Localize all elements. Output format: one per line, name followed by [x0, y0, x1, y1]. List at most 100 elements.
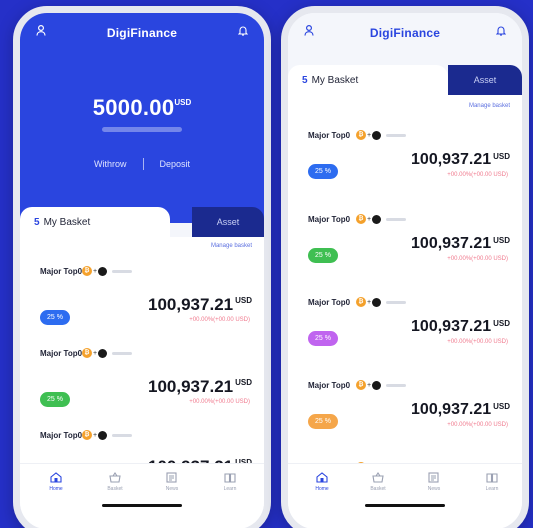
coin-icons: ₿+ — [356, 297, 407, 307]
basket-name: Major Top0 — [308, 381, 351, 390]
tab-asset[interactable]: Asset — [448, 65, 522, 95]
bitcoin-icon: ₿ — [356, 130, 366, 140]
basket-card[interactable]: Major Top0 ₿ + 25 % 100,937.21 USD +00.00%… — [288, 375, 522, 457]
basket-price: 100,937.21USD — [148, 377, 252, 396]
allocation-badge: 25 % — [40, 310, 70, 325]
coin-icons: ₿+ — [356, 380, 407, 390]
bitcoin-icon: ₿ — [356, 297, 366, 307]
nav-basket[interactable]: Basket — [358, 472, 398, 492]
coin-icon — [372, 130, 382, 140]
coin-icon — [372, 214, 382, 224]
bitcoin-icon: ₿ — [82, 348, 92, 358]
profile-icon[interactable] — [304, 23, 314, 41]
tab-my-basket[interactable]: 5 My Basket — [20, 207, 170, 237]
basket-change: +00.00%(+00.00 USD) — [447, 422, 508, 428]
bell-icon[interactable] — [237, 23, 249, 41]
home-indicator — [365, 504, 445, 507]
news-icon — [428, 472, 439, 483]
coin-icons: ₿+ — [356, 214, 407, 224]
allocation-badge: 25 % — [308, 331, 338, 346]
basket-icon — [109, 472, 121, 483]
basket-name: Major Top0 — [308, 298, 351, 307]
basket-card[interactable]: Major Top0 ₿ + 25 % 100,937.21 USD +00.00%… — [288, 125, 522, 207]
bottom-navigation: Home Basket News Learn — [288, 463, 522, 528]
bitcoin-icon: ₿ — [82, 266, 92, 276]
basket-name: Major Top0 — [308, 215, 351, 224]
basket-list: Manage basket Major Top0 ₿ + 25 % 100,937… — [288, 95, 522, 472]
balance-header: DigiFinance 5000.00USD Withrow Deposit — [20, 13, 264, 223]
book-icon — [224, 473, 236, 483]
allocation-badge: 25 % — [308, 164, 338, 179]
allocation-badge: 25 % — [308, 414, 338, 429]
coin-icon — [372, 297, 382, 307]
basket-card[interactable]: Major Top0 ₿ + 25 % 100,937.21 USD +00.00%… — [288, 209, 522, 291]
coin-icon — [98, 430, 108, 440]
basket-icon — [372, 472, 384, 483]
basket-price: 100,937.21USD — [411, 401, 510, 418]
news-icon — [166, 472, 177, 483]
coin-icons: ₿+ — [82, 430, 133, 440]
coin-icon — [98, 348, 108, 358]
coin-icon — [98, 266, 108, 276]
tab-label: My Basket — [43, 216, 91, 228]
coin-icons: ₿+ — [356, 130, 407, 140]
coin-icons: ₿+ — [82, 348, 133, 358]
top-bar: DigiFinance — [288, 13, 522, 53]
manage-basket-link[interactable]: Manage basket — [211, 243, 252, 249]
basket-name: Major Top0 — [40, 431, 83, 440]
basket-price: 100,937.21USD — [411, 318, 510, 335]
basket-tabs: 5 My Basket Asset — [20, 207, 264, 237]
nav-learn[interactable]: Learn — [472, 472, 512, 492]
basket-card[interactable]: Major Top0 ₿ + 25 % 100,937.21 USD +00.00%… — [288, 292, 522, 374]
brand-logo: DigiFinance — [106, 26, 178, 40]
basket-price: 100,937.21USD — [411, 151, 510, 168]
basket-change: +00.00%(+00.00 USD) — [447, 172, 508, 178]
balance-display: 5000.00USD — [20, 95, 264, 132]
coin-icon — [372, 380, 382, 390]
nav-home[interactable]: Home — [302, 472, 342, 492]
coin-icons: ₿+ — [82, 266, 133, 276]
bitcoin-icon: ₿ — [356, 380, 366, 390]
balance-amount: 5000.00 — [92, 95, 175, 120]
basket-price: 100,937.21USD — [148, 295, 252, 314]
nav-home[interactable]: Home — [36, 472, 76, 492]
basket-name: Major Top0 — [40, 267, 83, 276]
basket-list: Manage basket Major Top0 ₿ + 25 % 100,937… — [20, 237, 264, 478]
tab-label: My Basket — [311, 74, 359, 86]
nav-news[interactable]: News — [152, 472, 192, 492]
tab-my-basket[interactable]: 5 My Basket — [288, 65, 448, 95]
tab-asset[interactable]: Asset — [192, 207, 264, 237]
allocation-badge: 25 % — [40, 392, 70, 407]
basket-change: +00.00%(+00.00 USD) — [189, 317, 250, 323]
basket-change: +00.00%(+00.00 USD) — [447, 256, 508, 262]
profile-icon[interactable] — [36, 23, 46, 41]
basket-card[interactable]: Major Top0 ₿ + 25 % 100,937.21 USD +00.00%… — [20, 261, 264, 343]
withdraw-button[interactable]: Withrow — [78, 159, 143, 169]
nav-news[interactable]: News — [414, 472, 454, 492]
phone-basket-screen: DigiFinance 5 My Basket Asset Manage bas… — [281, 6, 529, 528]
nav-basket[interactable]: Basket — [95, 472, 135, 492]
basket-tabs: 5 My Basket Asset — [288, 65, 522, 95]
basket-card[interactable]: Major Top0 ₿ + 25 % 100,937.21 USD +00.00%… — [20, 343, 264, 425]
basket-change: +00.00%(+00.00 USD) — [189, 399, 250, 405]
home-indicator — [102, 504, 182, 507]
basket-price: 100,937.21USD — [411, 235, 510, 252]
bitcoin-icon: ₿ — [82, 430, 92, 440]
book-icon — [486, 473, 498, 483]
basket-count: 5 — [34, 216, 40, 228]
home-icon — [50, 472, 62, 483]
manage-basket-link[interactable]: Manage basket — [469, 103, 510, 109]
home-icon — [316, 472, 328, 483]
bitcoin-icon: ₿ — [356, 214, 366, 224]
bottom-navigation: Home Basket News Learn — [20, 463, 264, 528]
nav-learn[interactable]: Learn — [210, 472, 250, 492]
bell-icon[interactable] — [495, 23, 507, 41]
basket-count: 5 — [302, 74, 308, 86]
phone-home-screen: DigiFinance 5000.00USD Withrow Deposit 5… — [13, 6, 271, 528]
basket-change: +00.00%(+00.00 USD) — [447, 339, 508, 345]
allocation-badge: 25 % — [308, 248, 338, 263]
brand-logo: DigiFinance — [369, 26, 441, 40]
deposit-button[interactable]: Deposit — [144, 159, 207, 169]
balance-subtext-placeholder — [102, 127, 182, 132]
basket-name: Major Top0 — [40, 349, 83, 358]
